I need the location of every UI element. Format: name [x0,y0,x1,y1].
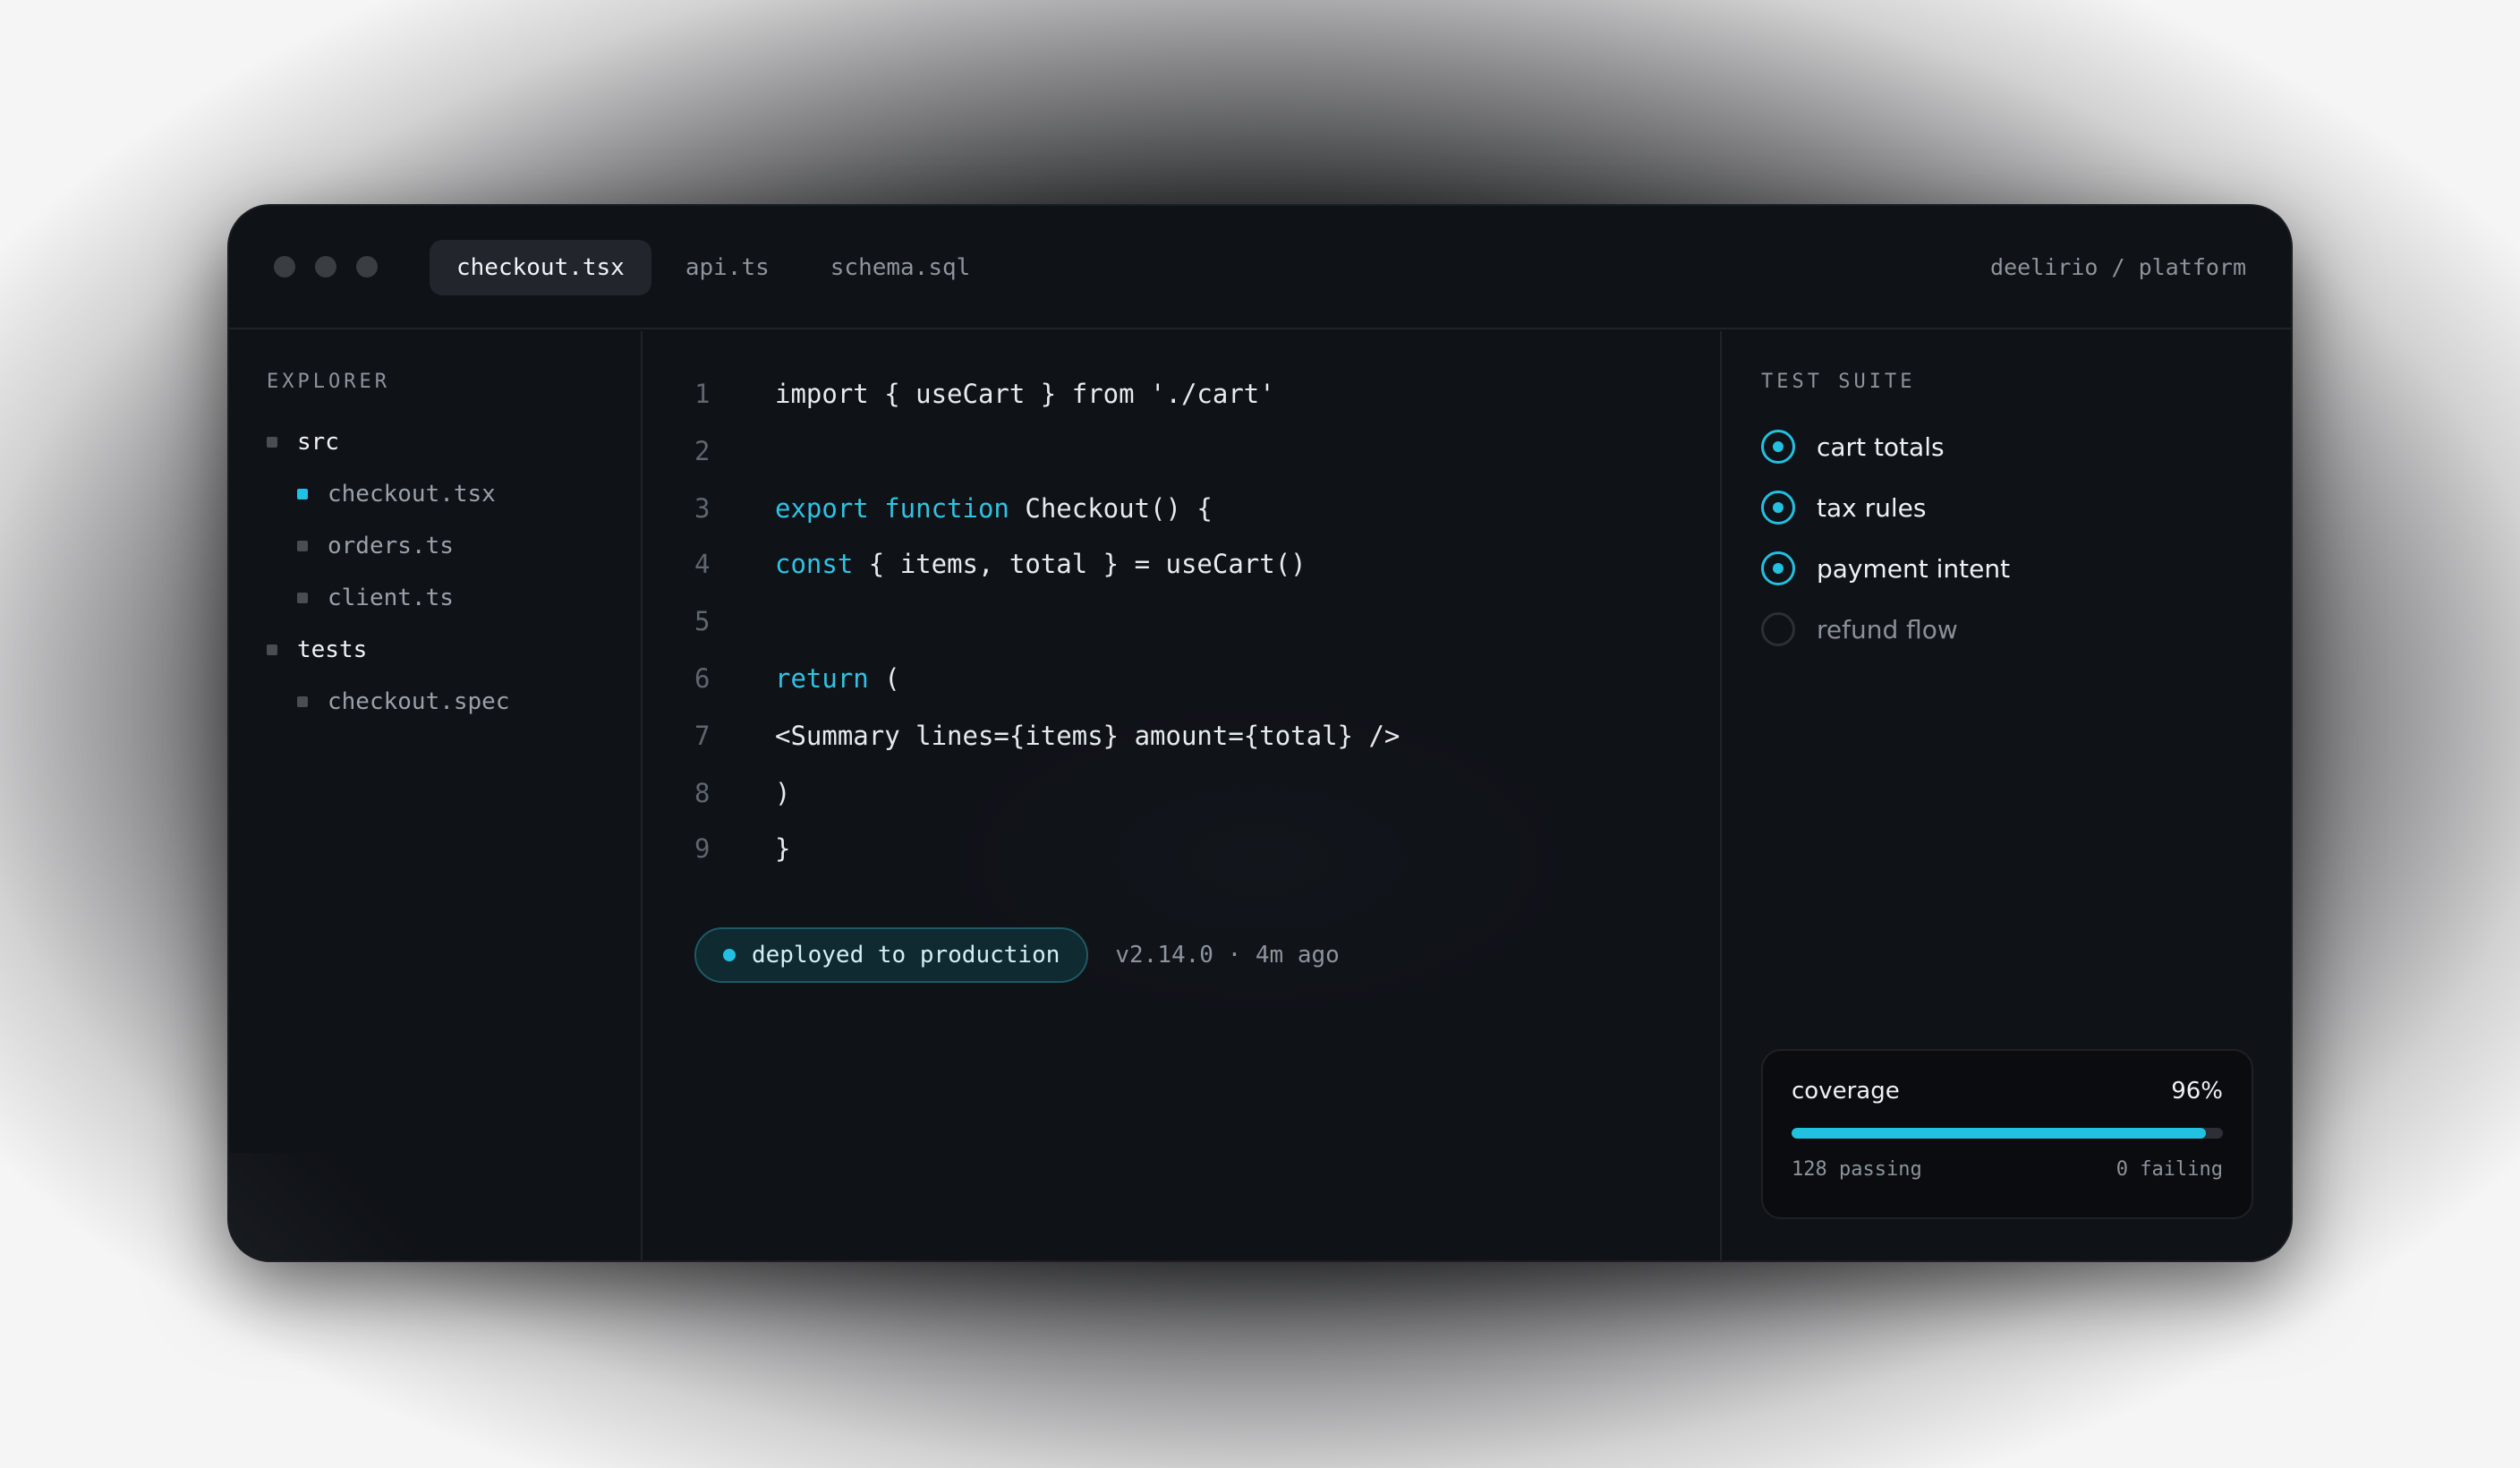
test-pass-icon [1761,491,1795,525]
code-text: <Summary lines={items} amount={total} /> [761,721,1400,751]
maximize-window-dot[interactable] [356,256,378,277]
code-text: ) [761,778,790,808]
code-text: const { items, total } = useCart() [761,549,1307,579]
tab-schema-sql[interactable]: schema.sql [804,240,998,295]
code-line: 5 [644,593,1718,650]
test-item-label: refund flow [1817,614,1958,644]
code-text: export function Checkout() { [761,493,1213,524]
code-content: ( [868,663,900,694]
code-line: 1 import { useCart } from './cart' [644,365,1718,422]
coverage-progress-fill [1792,1128,2206,1139]
test-item-tax-rules[interactable]: tax rules [1761,477,2291,538]
code-line: 6 return ( [644,650,1718,707]
version-label: v2.14.0 · 4m ago [1115,942,1340,969]
test-item-refund-flow[interactable]: refund flow [1761,599,2291,660]
tree-item-label: tests [297,636,368,663]
test-item-label: payment intent [1817,553,2011,584]
line-number: 7 [694,721,711,751]
file-orders-ts[interactable]: orders.ts [267,520,641,572]
code-line: 3 export function Checkout() { [644,480,1718,537]
code-line: 2 [644,422,1718,480]
test-suite-title: TEST SUITE [1761,371,1916,393]
folder-icon [267,644,277,655]
close-window-dot[interactable] [274,256,295,277]
coverage-label: coverage [1792,1078,1900,1105]
file-icon [297,541,308,551]
coverage-progress-bar [1792,1128,2223,1139]
line-number: 8 [694,778,711,808]
tree-item-label: orders.ts [328,533,454,559]
file-checkout-spec[interactable]: checkout.spec [267,676,641,728]
deploy-status-badge[interactable]: deployed to production [694,927,1089,983]
line-number: 1 [694,379,711,409]
failing-count: 0 failing [2116,1158,2223,1181]
deploy-status-row: deployed to production v2.14.0 · 4m ago [694,927,1340,983]
window-controls [274,256,378,277]
line-number: 9 [694,833,711,864]
test-pending-icon [1761,612,1795,646]
code-content: } [775,833,791,864]
code-content: import { useCart } from './cart' [775,379,1275,409]
coverage-card: coverage 96% 128 passing 0 failing [1761,1049,2253,1219]
code-keyword: const [775,549,854,579]
test-suite-panel: TEST SUITE cart totals tax rules payment… [1720,331,2291,1260]
tree-item-label: src [297,429,339,456]
code-line: 4 const { items, total } = useCart() [644,535,1718,593]
code-editor[interactable]: 1 import { useCart } from './cart' 2 3 e… [644,331,1718,1260]
code-keyword: export function [775,493,1009,524]
code-text: import { useCart } from './cart' [761,379,1275,409]
folder-tests[interactable]: tests [267,624,641,676]
status-dot-icon [723,949,736,961]
code-text: return ( [761,663,900,694]
test-pass-icon [1761,551,1795,585]
editor-window: checkout.tsx api.ts schema.sql deelirio … [229,206,2291,1260]
line-number: 4 [694,549,711,579]
line-number: 3 [694,493,711,524]
deploy-status-label: deployed to production [752,942,1060,969]
titlebar: checkout.tsx api.ts schema.sql deelirio … [229,206,2291,329]
tree-item-label: checkout.spec [328,688,510,715]
code-content: Checkout() { [1009,493,1213,524]
test-item-cart-totals[interactable]: cart totals [1761,416,2291,477]
passing-count: 128 passing [1792,1158,1922,1181]
code-line: 7 <Summary lines={items} amount={total} … [644,707,1718,764]
test-pass-icon [1761,430,1795,464]
file-client-ts[interactable]: client.ts [267,572,641,624]
coverage-footer: 128 passing 0 failing [1792,1158,2223,1181]
code-content: <Summary lines={items} amount={total} /> [775,721,1400,751]
coverage-value: 96% [2171,1078,2223,1105]
file-icon [297,593,308,603]
test-item-label: tax rules [1817,492,1927,523]
tab-api-ts[interactable]: api.ts [659,240,796,295]
code-keyword: return [775,663,869,694]
tab-checkout-tsx[interactable]: checkout.tsx [430,240,651,295]
test-item-label: cart totals [1817,431,1945,462]
coverage-header: coverage 96% [1792,1078,2223,1105]
line-number: 2 [694,436,711,466]
code-text: } [761,833,790,864]
tree-item-label: client.ts [328,585,454,611]
folder-src[interactable]: src [267,416,641,468]
line-number: 6 [694,663,711,694]
file-icon [297,696,308,707]
code-line: 9 } [644,820,1718,877]
explorer-title: EXPLORER [267,371,390,393]
test-item-payment-intent[interactable]: payment intent [1761,538,2291,599]
file-active-icon [297,489,308,499]
repo-breadcrumb[interactable]: deelirio / platform [1990,251,2246,285]
tree-item-label: checkout.tsx [328,481,496,508]
code-content: ) [775,778,791,808]
folder-icon [267,437,277,448]
file-checkout-tsx[interactable]: checkout.tsx [267,468,641,520]
file-tabs: checkout.tsx api.ts schema.sql [430,240,997,295]
line-number: 5 [694,606,711,636]
code-line: 8 ) [644,764,1718,822]
minimize-window-dot[interactable] [315,256,336,277]
explorer-sidebar: EXPLORER src checkout.tsx orders.ts clie… [229,331,643,1260]
code-content: { items, total } = useCart() [853,549,1307,579]
